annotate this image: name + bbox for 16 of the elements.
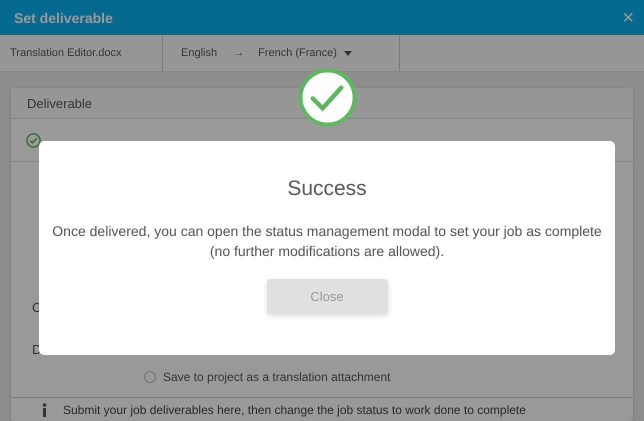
- close-button[interactable]: Close: [266, 279, 388, 314]
- card-title: Deliverable: [11, 88, 633, 119]
- close-icon[interactable]: ×: [622, 8, 634, 28]
- target-language-dropdown[interactable]: French (France): [258, 47, 352, 59]
- arrow-icon: →: [233, 47, 244, 59]
- info-text: Submit your job deliverables here, then change the job status to work done to complete: [63, 403, 526, 417]
- modal-message: Once delivered, you can open the status management modal to set your job as complete (no further modifications are allowed).: [51, 222, 603, 261]
- modal-title: Success: [287, 177, 367, 201]
- dialog-title: Set deliverable: [14, 10, 113, 26]
- file-name: Translation Editor.docx: [0, 35, 163, 71]
- radio-button[interactable]: [144, 371, 156, 383]
- option-label: Save to project as a translation attachment: [163, 370, 390, 384]
- caret-icon: [344, 51, 352, 56]
- source-language: English: [181, 47, 218, 59]
- check-circle-icon: [26, 132, 41, 148]
- info-icon: [42, 403, 47, 417]
